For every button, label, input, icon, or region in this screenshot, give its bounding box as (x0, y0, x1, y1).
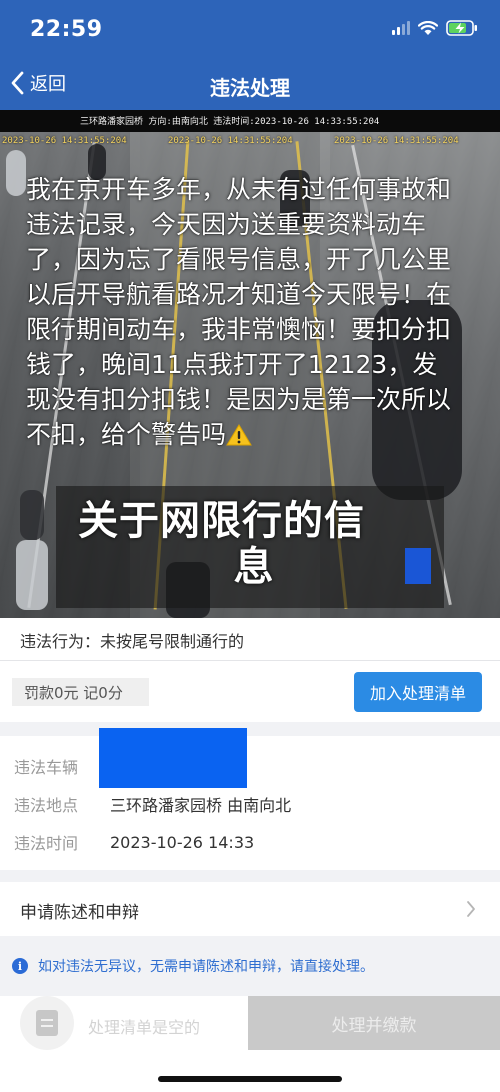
chevron-right-icon (467, 901, 475, 917)
camera-caption-strip: 三环路潘家园桥 方向:由南向北 违法时间:2023-10-26 14:33:55… (0, 110, 500, 132)
time-label: 违法时间 (14, 834, 79, 853)
process-list-area[interactable]: 处理清单是空的 (0, 996, 248, 1050)
appeal-label: 申请陈述和申辩 (20, 903, 139, 923)
photo-caption-body: 我在京开车多年，从未有过任何事故和违法记录，今天因为送重要资料动车了，因为忘了看… (26, 175, 452, 449)
vehicle-label: 违法车辆 (14, 758, 79, 777)
violation-card: 违法行为：未按尾号限制通行的 罚款0元 记0分 加入处理清单 (0, 618, 500, 722)
location-value: 三环路潘家园桥 由南向北 (110, 796, 292, 815)
notice: i 如对违法无异议，无需申请陈述和申辩，请直接处理。 (12, 956, 374, 976)
violation-photo[interactable]: 三环路潘家园桥 方向:由南向北 违法时间:2023-10-26 14:33:55… (0, 110, 500, 618)
warning-icon (226, 424, 252, 446)
notice-text: 如对违法无异议，无需申请陈述和申辩，请直接处理。 (38, 959, 374, 975)
license-plate-mask (99, 728, 247, 788)
violation-details-card: 违法车辆 违法地点 三环路潘家园桥 由南向北 违法时间 2023-10-26 1… (0, 728, 500, 870)
camera-timestamp: 2023-10-26 14:31:55:204 (168, 136, 293, 146)
detail-row-time: 违法时间 2023-10-26 14:33 (14, 830, 254, 854)
detail-row-location: 违法地点 三环路潘家园桥 由南向北 (14, 792, 291, 816)
divider (0, 660, 500, 661)
overlay-title-line2: 息 (233, 544, 275, 590)
process-list-empty-text: 处理清单是空的 (88, 1018, 201, 1037)
app-header: 22:59 返回 违法处理 (0, 0, 500, 113)
blue-marker (405, 548, 431, 584)
signal-icon (392, 21, 410, 35)
status-time: 22:59 (30, 17, 103, 42)
photo-caption-text: 我在京开车多年，从未有过任何事故和违法记录，今天因为送重要资料动车了，因为忘了看… (26, 172, 456, 452)
photo-car (6, 150, 26, 196)
status-icons (392, 20, 478, 36)
appeal-row[interactable]: 申请陈述和申辩 (0, 882, 500, 936)
info-icon: i (12, 958, 28, 974)
location-label: 违法地点 (14, 796, 79, 815)
wifi-icon (418, 20, 438, 36)
add-to-list-button[interactable]: 加入处理清单 (354, 672, 482, 712)
page-title: 违法处理 (210, 76, 290, 100)
nav-bar: 返回 违法处理 (0, 62, 500, 108)
home-indicator (158, 1076, 342, 1082)
camera-timestamp: 2023-10-26 14:31:55:204 (334, 136, 459, 146)
process-and-pay-button[interactable]: 处理并缴款 (248, 996, 500, 1050)
camera-timestamp: 2023-10-26 14:31:55:204 (2, 136, 127, 146)
battery-charging-icon (446, 20, 478, 36)
detail-row-vehicle: 违法车辆 (14, 754, 110, 778)
photo-car (20, 490, 44, 540)
photo-car (16, 540, 48, 610)
time-value: 2023-10-26 14:33 (110, 832, 255, 852)
camera-caption: 三环路潘家园桥 方向:由南向北 违法时间:2023-10-26 14:33:55… (80, 117, 380, 127)
violation-behavior: 违法行为：未按尾号限制通行的 (20, 632, 245, 651)
status-bar: 22:59 (0, 0, 500, 60)
penalty-badge: 罚款0元 记0分 (12, 678, 149, 706)
overlay-title-line1: 关于网限行的信 (78, 498, 365, 544)
document-icon (20, 996, 74, 1050)
overlay-title: 关于网限行的信 息 (76, 498, 436, 590)
